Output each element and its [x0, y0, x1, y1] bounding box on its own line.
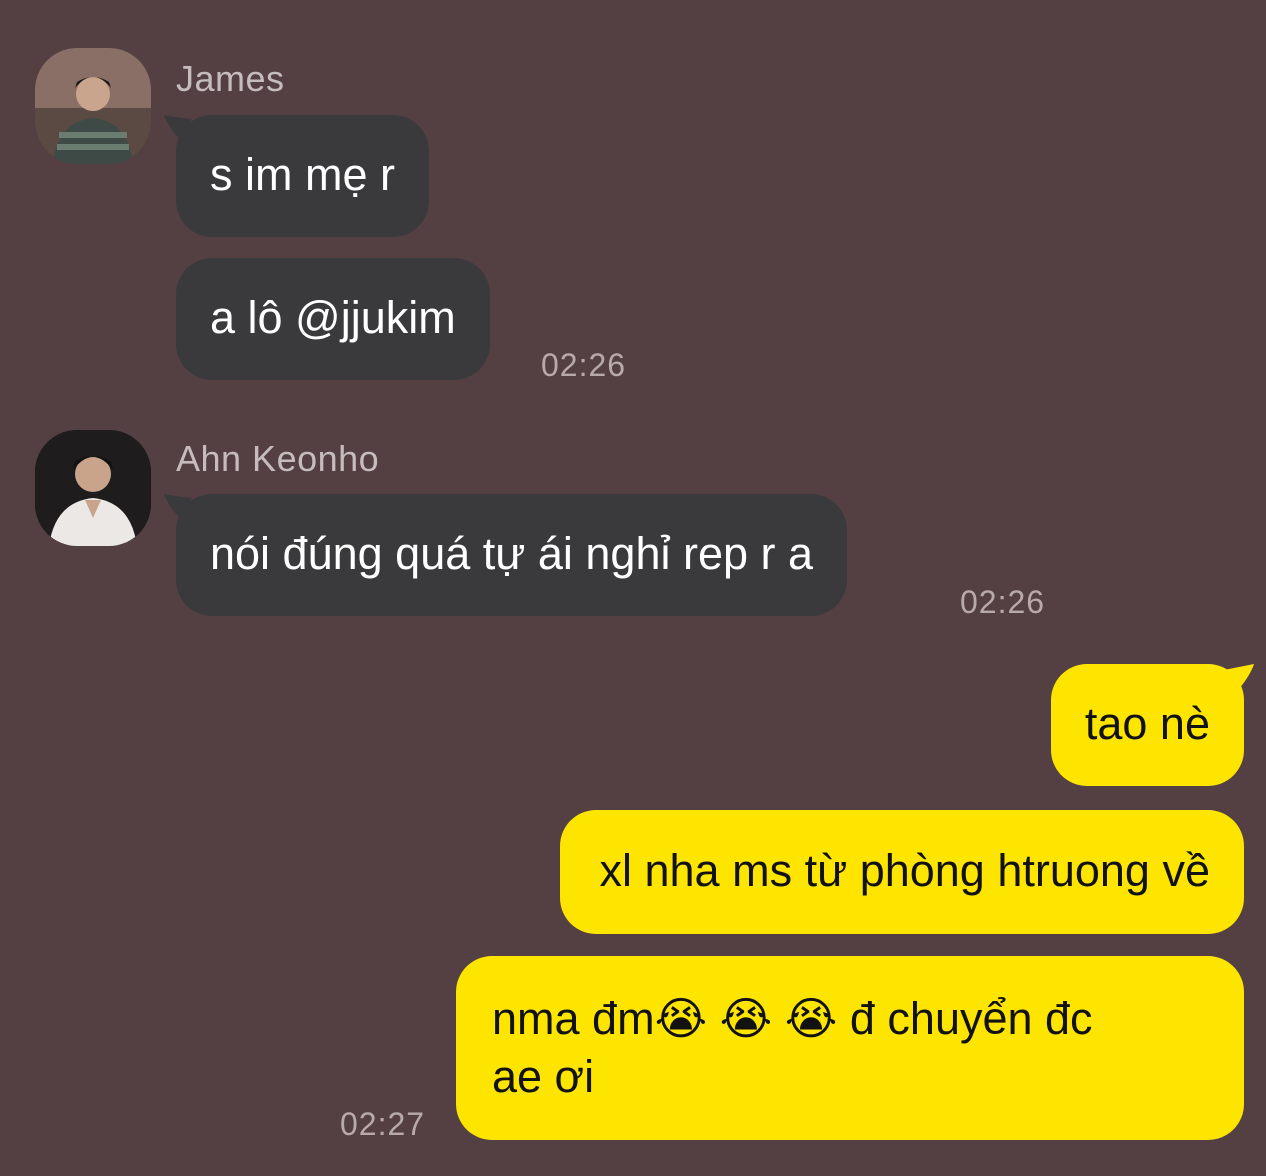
my-message-bubble[interactable]: tao nè: [1050, 664, 1244, 786]
person-avatar-icon: [35, 430, 151, 546]
message-text: đ chuyển đc: [849, 993, 1093, 1044]
person-avatar-icon: [35, 48, 151, 164]
message-text: s im mẹ r: [210, 149, 395, 200]
crying-face-icon: 😭: [654, 992, 708, 1045]
my-message-bubble[interactable]: nma đm😭 😭 😭 đ chuyển đc ae ơi: [456, 956, 1244, 1140]
message-timestamp: 02:26: [541, 347, 627, 383]
message-text: a lô @jjukim: [210, 292, 456, 343]
message-timestamp: 02:27: [340, 1106, 426, 1142]
message-text: nma đm: [492, 993, 655, 1044]
message-text: nói đúng quá tự ái nghỉ rep r a: [210, 528, 814, 579]
crying-face-icon: 😭: [784, 992, 838, 1045]
message-bubble[interactable]: nói đúng quá tự ái nghỉ rep r a: [176, 494, 848, 616]
bubble-tail-icon: [164, 115, 192, 139]
sender-name-james: James: [176, 58, 285, 99]
message-text: tao nè: [1084, 698, 1210, 749]
crying-face-icon: 😭: [719, 992, 773, 1045]
message-timestamp: 02:26: [960, 584, 1046, 620]
my-message-bubble[interactable]: xl nha ms từ phòng htruong về: [559, 810, 1244, 934]
message-bubble[interactable]: s im mẹ r: [176, 115, 429, 237]
message-text: xl nha ms từ phòng htruong về: [599, 845, 1211, 896]
avatar-keonho[interactable]: [35, 430, 151, 546]
avatar-james[interactable]: [35, 48, 151, 164]
bubble-tail-icon: [1224, 664, 1254, 690]
sender-name-keonho: Ahn Keonho: [176, 438, 380, 479]
bubble-tail-icon: [164, 494, 192, 518]
message-text: ae ơi: [492, 1051, 595, 1102]
message-bubble[interactable]: a lô @jjukim: [176, 258, 490, 380]
